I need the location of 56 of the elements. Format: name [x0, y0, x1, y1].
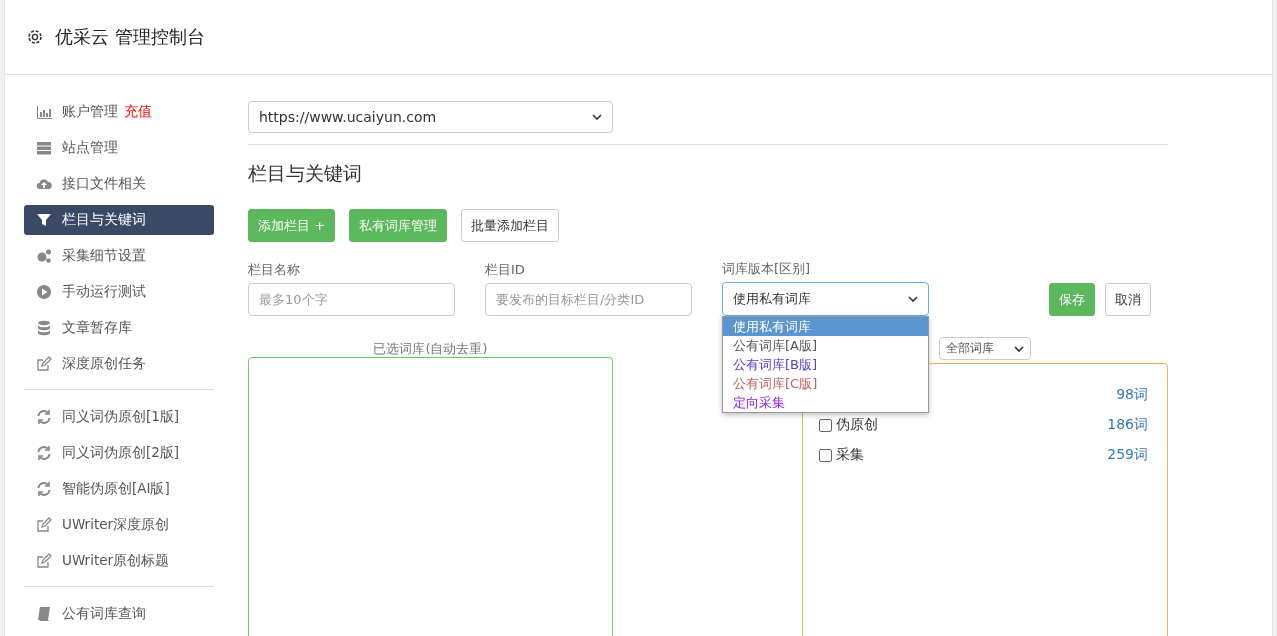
- sidebar-item[interactable]: 手动运行测试: [24, 277, 214, 307]
- cloud-icon: [36, 176, 52, 192]
- sidebar-item[interactable]: 智能伪原创[AI版]: [24, 474, 214, 504]
- sidebar-item[interactable]: 接口文件相关: [24, 169, 214, 199]
- edit-icon: [36, 517, 52, 533]
- server-icon: [36, 140, 52, 156]
- refresh-icon: [36, 409, 52, 425]
- play-icon: [36, 284, 52, 300]
- dropdown-option[interactable]: 公有词库[C版]: [723, 374, 928, 393]
- sidebar-item[interactable]: 账户管理 充值: [24, 97, 214, 127]
- library-filter-select[interactable]: 全部词库: [939, 337, 1031, 360]
- toolbar-button[interactable]: 批量添加栏目: [461, 209, 560, 242]
- sidebar-item[interactable]: 采集细节设置: [24, 241, 214, 271]
- field-label: 栏目ID: [485, 261, 526, 279]
- sidebar-item[interactable]: 同义词伪原创[2版]: [24, 438, 214, 468]
- cancel-button[interactable]: 取消: [1105, 283, 1151, 316]
- caret-icon: [592, 114, 602, 120]
- sidebar-item[interactable]: UWriter深度原创: [24, 510, 214, 540]
- caret-icon: [1014, 345, 1024, 352]
- word-count: 98词: [1116, 386, 1148, 404]
- checkbox[interactable]: [819, 448, 832, 462]
- input-field[interactable]: 最多10个字: [248, 283, 455, 316]
- edit-icon: [36, 553, 52, 569]
- chart-icon: [36, 104, 52, 120]
- sidebar-item[interactable]: 栏目与关键词: [24, 205, 214, 235]
- field-label: 栏目名称: [248, 261, 301, 279]
- refresh-icon: [36, 445, 52, 461]
- database-icon: [36, 320, 52, 336]
- library-name: 采集: [836, 446, 864, 464]
- box-label: 已选词库(自动去重): [373, 340, 488, 357]
- filter-icon: [36, 212, 52, 228]
- field-label: 词库版本[区别]: [722, 260, 812, 278]
- sidebar-item[interactable]: 同义词伪原创[1版]: [24, 402, 214, 432]
- book-icon: [36, 606, 52, 622]
- word-count: 259词: [1107, 446, 1148, 464]
- library-name: 伪原创: [836, 416, 878, 434]
- sidebar-item[interactable]: UWriter原创标题: [24, 546, 214, 576]
- dropdown-option[interactable]: 公有词库[A版]: [723, 336, 928, 355]
- refresh-icon: [36, 481, 52, 497]
- sidebar-item[interactable]: 公有词库查询: [24, 599, 214, 629]
- input-field[interactable]: 要发布的目标栏目/分类ID: [485, 283, 692, 316]
- sidebar-item[interactable]: 文章暂存库: [24, 313, 214, 343]
- dropdown-option[interactable]: 定向采集: [723, 393, 928, 412]
- section-heading: 栏目与关键词: [248, 161, 363, 186]
- recharge-link[interactable]: 充值: [124, 103, 152, 121]
- checkbox[interactable]: [819, 418, 832, 432]
- edit-icon: [36, 356, 52, 372]
- settings-icon: [25, 27, 45, 47]
- sidebar-item[interactable]: 站点管理: [24, 133, 214, 163]
- version-select[interactable]: 使用私有词库: [722, 282, 929, 316]
- site-select[interactable]: https://www.ucaiyun.com: [248, 101, 613, 133]
- dropdown-option[interactable]: 公有词库[B版]: [723, 355, 928, 374]
- sidebar-item[interactable]: 深度原创任务: [24, 349, 214, 379]
- app-title: 优采云 管理控制台: [55, 25, 205, 49]
- word-count: 186词: [1107, 416, 1148, 434]
- caret-icon: [908, 296, 918, 302]
